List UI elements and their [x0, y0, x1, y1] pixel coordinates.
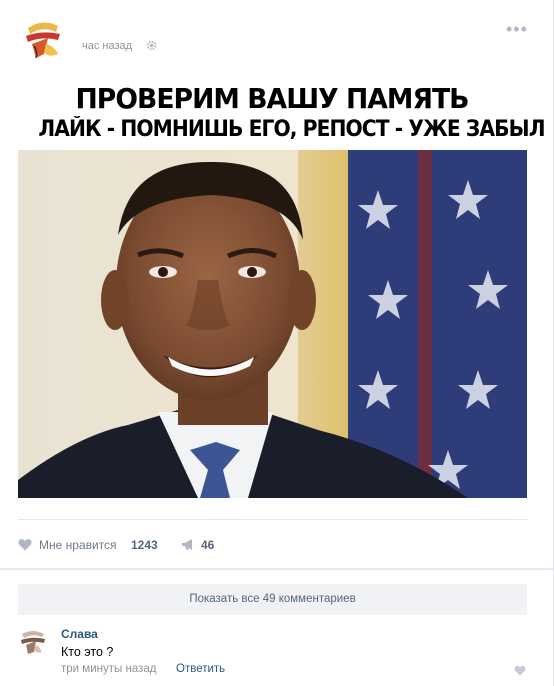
online-indicator: · — [100, 627, 104, 638]
avatar-icon — [18, 626, 48, 656]
gear-icon[interactable] — [146, 40, 157, 51]
heart-icon[interactable] — [18, 538, 32, 551]
megaphone-icon[interactable] — [181, 538, 195, 551]
comment-text: Кто это ? — [61, 645, 114, 659]
reply-button[interactable]: Ответить — [176, 663, 225, 675]
like-button[interactable]: Мне нравится — [39, 538, 117, 552]
comment-heart-icon[interactable] — [514, 665, 526, 676]
share-count[interactable]: 46 — [201, 538, 214, 552]
more-icon[interactable]: ••• — [506, 20, 528, 38]
post-time[interactable]: час назад — [82, 40, 132, 52]
post-card: час назад ••• ПРОВЕРИМ ВАШУ ПАМЯТЬ ЛАЙК … — [0, 0, 554, 570]
portrait-image — [18, 150, 527, 498]
meme-headline-line1: ПРОВЕРИМ ВАШУ ПАМЯТЬ — [75, 82, 469, 115]
show-all-comments-button[interactable]: Показать все 49 комментариев — [18, 584, 527, 615]
like-count[interactable]: 1243 — [131, 538, 158, 552]
post-divider — [18, 519, 528, 520]
comment-author[interactable]: Слава — [61, 627, 98, 641]
group-avatar[interactable] — [18, 14, 68, 64]
comment-author-avatar[interactable] — [18, 626, 48, 656]
group-logo-icon — [18, 14, 68, 64]
post-photo[interactable] — [18, 150, 527, 498]
meme-headline-line2: ЛАЙК - ПОМНИШЬ ЕГО, РЕПОСТ - УЖЕ ЗАБЫЛ — [38, 117, 545, 142]
comment-time[interactable]: три минуты назад — [61, 663, 156, 675]
